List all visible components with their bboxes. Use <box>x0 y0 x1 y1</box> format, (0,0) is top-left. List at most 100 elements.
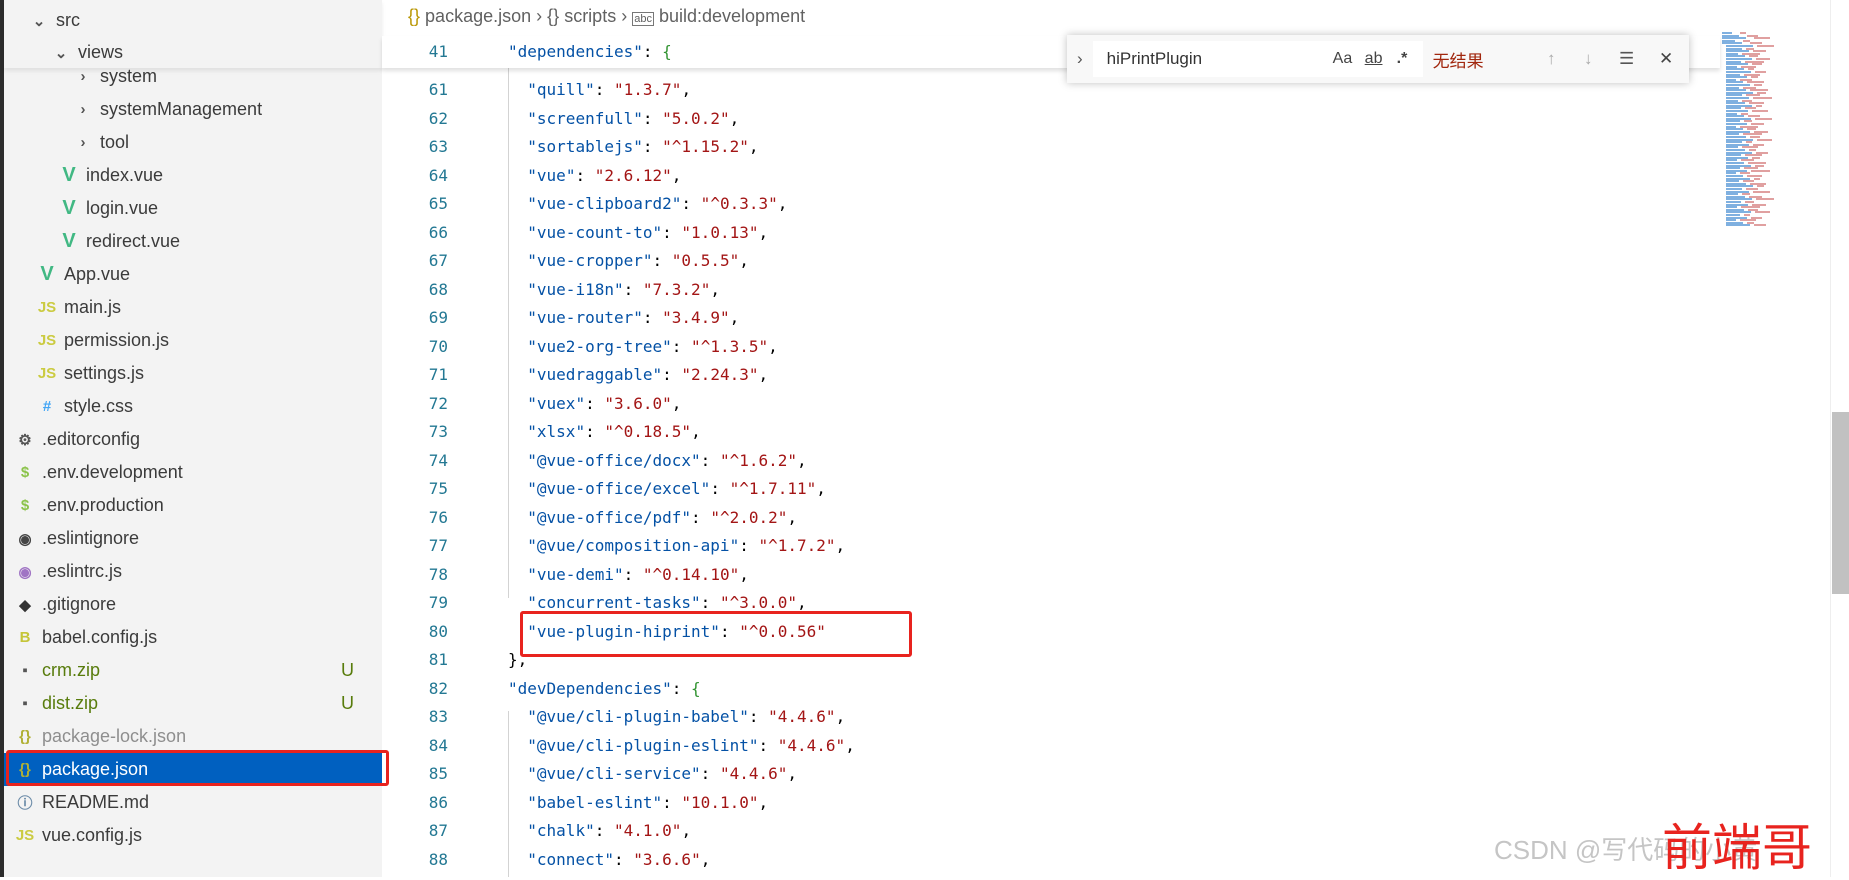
file-explorer: ⌄ src ⌄ views › system › systemManagement › tool… <box>0 0 382 877</box>
code-text: "quill": "1.3.7", <box>527 80 692 99</box>
line-number: 71 <box>428 365 448 384</box>
match-case-button[interactable]: Aa <box>1333 50 1353 68</box>
explorer-item-label: login.vue <box>86 198 159 218</box>
code-line[interactable]: 73 "xlsx": "^0.18.5", <box>382 418 1722 447</box>
explorer-item-label: .gitignore <box>42 594 117 614</box>
code-text: "dependencies": { <box>508 42 672 61</box>
code-line[interactable]: 78 "vue-demi": "^0.14.10", <box>382 561 1722 590</box>
explorer-item-label: redirect.vue <box>86 231 181 251</box>
code-text: "connect": "3.6.6", <box>527 849 711 869</box>
code-line[interactable]: 75 "@vue-office/excel": "^1.7.11", <box>382 475 1722 504</box>
code-line[interactable]: 68 "vue-i18n": "7.3.2", <box>382 276 1722 305</box>
line-number: 80 <box>428 621 448 641</box>
find-in-selection-icon[interactable]: ☰ <box>1619 49 1634 69</box>
explorer-item[interactable]: $ .env.development <box>4 456 382 489</box>
explorer-item[interactable]: Vlogin.vue <box>4 192 382 225</box>
next-match-icon[interactable]: ↓ <box>1584 49 1593 69</box>
find-result: 无结果 <box>1432 51 1484 71</box>
chevron-right-icon: › <box>80 134 86 151</box>
explorer-item[interactable]: ⌄ views <box>4 36 382 69</box>
code-text: "@vue/cli-service": "4.4.6", <box>527 764 798 783</box>
explorer-item[interactable]: V App.vue <box>4 258 382 291</box>
explorer-item[interactable]: ◆ .gitignore <box>4 588 382 621</box>
highlight-box <box>6 750 389 786</box>
code-text: "sortablejs": "^1.15.2", <box>527 137 759 156</box>
code-text: "vue-demi": "^0.14.10", <box>527 564 749 584</box>
code-line[interactable]: 66 "vue-count-to": "1.0.13", <box>382 219 1722 248</box>
code-line[interactable]: 67 "vue-cropper": "0.5.5", <box>382 247 1722 276</box>
code-line[interactable]: 76 "@vue-office/pdf": "^2.0.2", <box>382 504 1722 533</box>
explorer-item[interactable]: JS permission.js <box>4 324 382 357</box>
code-line[interactable]: 70 "vue2-org-tree": "^1.3.5", <box>382 333 1722 362</box>
code-text: "vuedraggable": "2.24.3", <box>527 365 769 384</box>
find-widget: › hiPrintPlugin Aa ab .* 无结果 ↑ ↓ ☰ ✕ <box>1067 35 1689 83</box>
explorer-item-label: views <box>78 42 124 62</box>
code-line[interactable]: 71 "vuedraggable": "2.24.3", <box>382 361 1722 390</box>
find-input[interactable]: hiPrintPlugin Aa ab .* <box>1092 41 1423 77</box>
code-text: "@vue-office/pdf": "^2.0.2", <box>527 507 798 527</box>
code-line[interactable]: 74 "@vue-office/docx": "^1.6.2", <box>382 447 1722 476</box>
explorer-item[interactable]: ◉ .eslintignore <box>4 522 382 555</box>
line-number: 64 <box>428 165 448 185</box>
explorer-item-label: settings.js <box>64 363 145 383</box>
previous-match-icon[interactable]: ↑ <box>1547 49 1556 69</box>
explorer-item[interactable]: $ .env.production <box>4 489 382 522</box>
explorer-item[interactable]: # style.css <box>4 390 382 423</box>
line-number: 68 <box>428 279 448 299</box>
line-number: 41 <box>428 42 448 61</box>
explorer-item[interactable]: JS main.js <box>4 291 382 324</box>
explorer-item[interactable]: › tool <box>4 126 382 159</box>
explorer-item[interactable]: ◉ .eslintrc.js <box>4 555 382 588</box>
code-line[interactable]: 77 "@vue/composition-api": "^1.7.2", <box>382 532 1722 561</box>
code-line[interactable]: 62 "screenfull": "5.0.2", <box>382 105 1722 134</box>
regex-button[interactable]: .* <box>1397 50 1408 68</box>
scrollbar-thumb[interactable] <box>1832 412 1849 594</box>
editor[interactable]: {} package.json › {} scripts › abc build… <box>6 0 1849 877</box>
explorer-item[interactable]: › systemManagement <box>4 93 382 126</box>
explorer-item[interactable]: Bbabel.config.js <box>4 621 382 654</box>
explorer-item-label: system <box>100 66 158 86</box>
whole-word-button[interactable]: ab <box>1365 50 1383 68</box>
breadcrumb-item[interactable]: build:development <box>659 6 805 26</box>
vue-icon: V <box>62 197 76 219</box>
explorer-item[interactable]: ▪ crm.zip U <box>4 654 382 687</box>
close-icon[interactable]: ✕ <box>1659 49 1673 69</box>
explorer-item[interactable]: ⓘ README.md <box>4 786 382 819</box>
code-line[interactable]: 63 "sortablejs": "^1.15.2", <box>382 133 1722 162</box>
code-text: "screenfull": "5.0.2", <box>527 108 740 128</box>
js-icon: JS <box>37 365 57 382</box>
line-number: 67 <box>428 251 448 270</box>
explorer-item[interactable]: {} package-lock.json <box>4 720 382 753</box>
line-number: 62 <box>428 108 448 128</box>
explorer-item[interactable]: Vindex.vue <box>4 159 382 192</box>
git-status-badge: U <box>341 693 354 713</box>
code-line[interactable]: 64 "vue": "2.6.12", <box>382 162 1722 191</box>
toggle-replace-icon[interactable]: › <box>1077 49 1083 69</box>
minimap[interactable] <box>1720 32 1830 252</box>
breadcrumb-item[interactable]: scripts <box>564 6 616 26</box>
code-line[interactable]: 82 "devDependencies": { <box>382 675 1722 704</box>
explorer-item-label: .eslintrc.js <box>42 561 123 581</box>
code-line[interactable]: 83 "@vue/cli-plugin-babel": "4.4.6", <box>382 703 1722 732</box>
explorer-item[interactable]: Vredirect.vue <box>4 225 382 258</box>
git-status-badge: U <box>341 660 354 680</box>
code-line[interactable]: 85 "@vue/cli-service": "4.4.6", <box>382 760 1722 789</box>
explorer-item[interactable]: JS settings.js <box>4 357 382 390</box>
vertical-scrollbar[interactable] <box>1830 0 1849 877</box>
explorer-item-label: vue.config.js <box>42 825 143 845</box>
code-line[interactable]: 69 "vue-router": "3.4.9", <box>382 304 1722 333</box>
explorer-item[interactable]: JS vue.config.js <box>4 819 382 852</box>
code-text: "@vue/cli-plugin-eslint": "4.4.6", <box>527 735 855 755</box>
explorer-item[interactable]: ⌄ src <box>4 4 382 37</box>
braces-icon: {} <box>547 6 560 26</box>
line-number: 86 <box>428 792 448 812</box>
explorer-sticky-folders: ⌄ src ⌄ views <box>4 0 382 68</box>
code-line[interactable]: 86 "babel-eslint": "10.1.0", <box>382 789 1722 818</box>
dollar-icon: $ <box>20 497 30 514</box>
breadcrumb-item[interactable]: package.json <box>425 6 531 26</box>
explorer-item[interactable]: ⚙ .editorconfig <box>4 423 382 456</box>
code-line[interactable]: 72 "vuex": "3.6.0", <box>382 390 1722 419</box>
explorer-item[interactable]: ▪ dist.zip U <box>4 687 382 720</box>
code-line[interactable]: 84 "@vue/cli-plugin-eslint": "4.4.6", <box>382 732 1722 761</box>
code-line[interactable]: 65 "vue-clipboard2": "^0.3.3", <box>382 190 1722 219</box>
